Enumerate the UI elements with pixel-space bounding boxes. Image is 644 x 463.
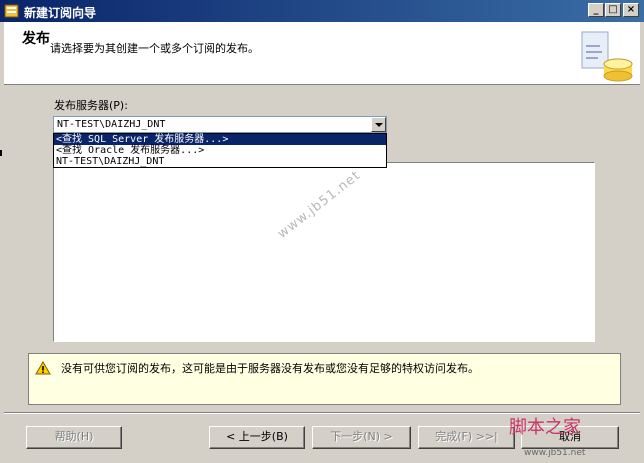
publisher-combobox[interactable]: NT-TEST\DAIZHJ_DNT bbox=[53, 116, 387, 133]
publisher-dropdown-list[interactable]: <查找 SQL Server 发布服务器...> <查找 Oracle 发布服务… bbox=[53, 133, 387, 168]
wizard-header: 发布 请选择要为其创建一个或多个订阅的发布。 bbox=[4, 22, 640, 85]
finish-button[interactable]: 完成(F) >>| bbox=[418, 426, 515, 449]
minimize-button[interactable]: _ bbox=[588, 3, 604, 17]
app-icon bbox=[4, 4, 19, 18]
publisher-label: 发布服务器(P): bbox=[54, 99, 128, 112]
warning-icon bbox=[35, 361, 51, 375]
maximize-button[interactable]: □ bbox=[605, 3, 621, 17]
page-title: 发布 bbox=[22, 31, 50, 47]
dropdown-option-find-oracle[interactable]: <查找 Oracle 发布服务器...> bbox=[54, 145, 386, 156]
title-bar[interactable]: 新建订阅向导 _ □ × bbox=[0, 0, 644, 22]
chevron-down-icon[interactable] bbox=[371, 117, 386, 132]
page-subtitle: 请选择要为其创建一个或多个订阅的发布。 bbox=[50, 42, 259, 55]
message-text: 没有可供您订阅的发布，这可能是由于服务器没有发布或您没有足够的特权访问发布。 bbox=[61, 362, 479, 375]
next-button[interactable]: 下一步(N) > bbox=[312, 426, 411, 449]
help-button[interactable]: 帮助(H) bbox=[26, 426, 122, 449]
window-title: 新建订阅向导 bbox=[24, 6, 97, 20]
wizard-window: 新建订阅向导 _ □ × 发布 请选择要为其创建一个或多个订阅的发布。 发布服务… bbox=[0, 0, 644, 463]
dropdown-option-server[interactable]: NT-TEST\DAIZHJ_DNT bbox=[54, 156, 386, 167]
publisher-selected-value: NT-TEST\DAIZHJ_DNT bbox=[57, 119, 166, 130]
brand-logo: 脚本之家 bbox=[509, 417, 581, 438]
text-cursor bbox=[0, 150, 2, 156]
dropdown-option-find-sql[interactable]: <查找 SQL Server 发布服务器...> bbox=[54, 134, 386, 145]
back-button[interactable]: < 上一步(B) bbox=[209, 426, 305, 449]
close-button[interactable]: × bbox=[623, 3, 639, 17]
publications-list[interactable] bbox=[53, 162, 595, 342]
brand-url: www.jb51.net bbox=[524, 448, 586, 458]
database-icon bbox=[581, 31, 633, 82]
info-message-box: 没有可供您订阅的发布，这可能是由于服务器没有发布或您没有足够的特权访问发布。 bbox=[28, 353, 621, 405]
